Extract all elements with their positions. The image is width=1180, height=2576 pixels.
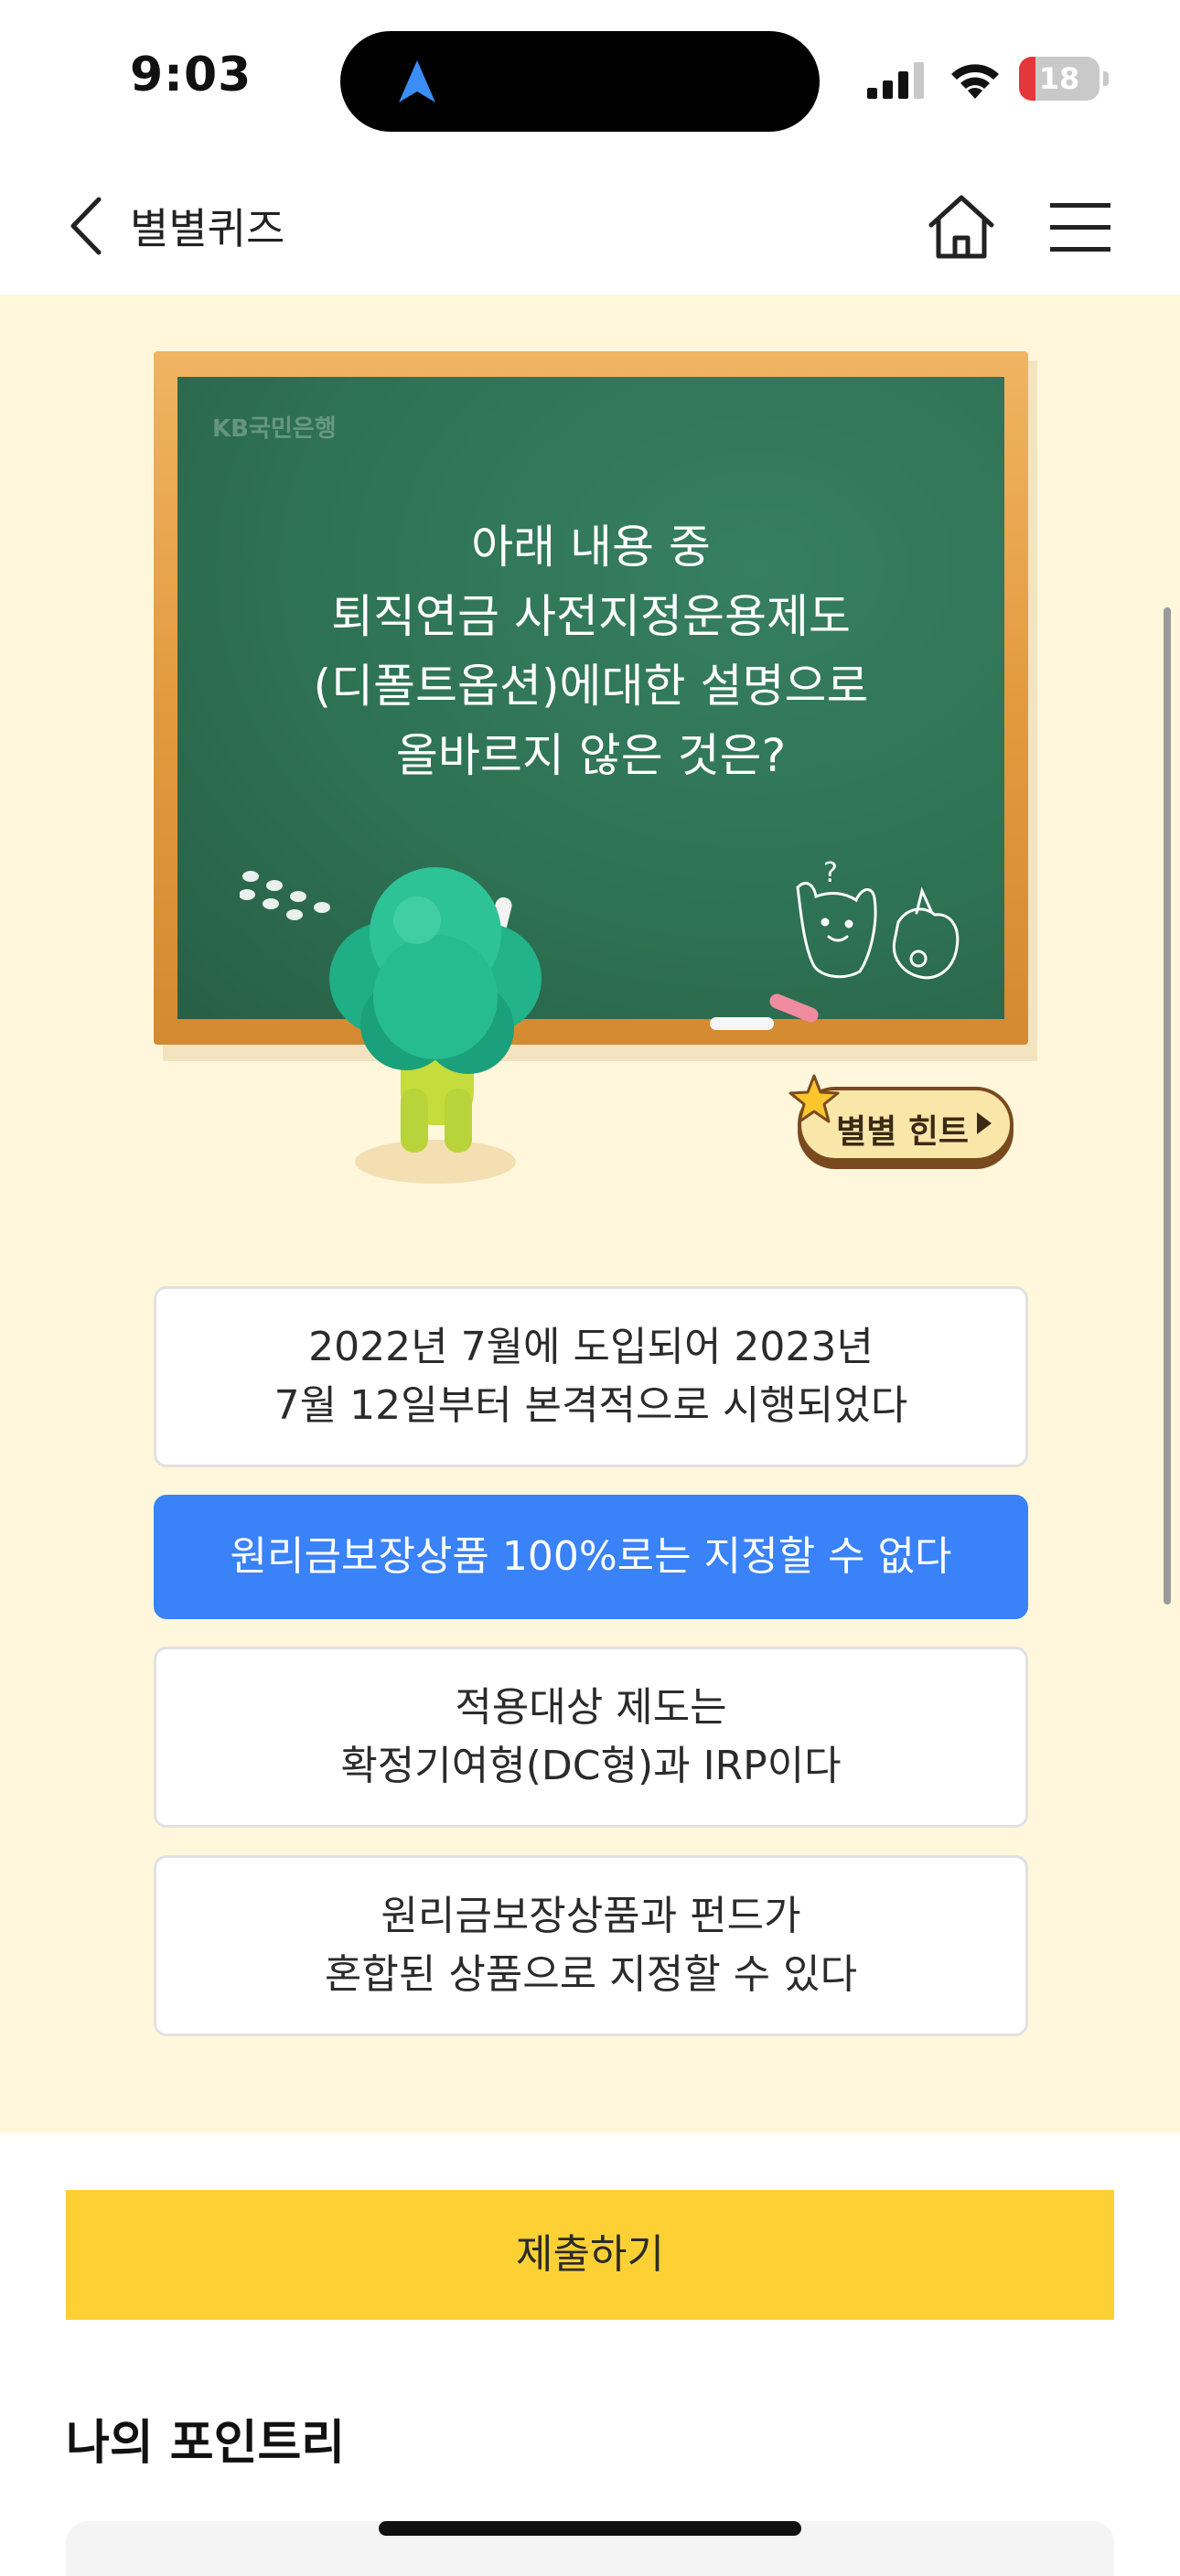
scrollbar[interactable] <box>1164 607 1171 1605</box>
page-title: 별별퀴즈 <box>130 204 285 253</box>
answer-option-2-selected[interactable]: 원리금보장상품 100%로는 지정할 수 없다 <box>154 1495 1028 1619</box>
option-line: 혼합된 상품으로 지정할 수 있다 <box>324 1951 858 1998</box>
question-line: 아래 내용 중 <box>471 521 711 574</box>
menu-icon[interactable] <box>1048 199 1112 254</box>
option-line: 7월 12일부터 본격적으로 시행되었다 <box>274 1382 908 1429</box>
answer-option-1[interactable]: 2022년 7월에 도입되어 2023년 7월 12일부터 본격적으로 시행되었… <box>154 1286 1028 1467</box>
back-chevron-icon[interactable] <box>64 194 108 258</box>
wifi-icon <box>951 64 999 99</box>
option-line: 원리금보장상품과 펀드가 <box>381 1893 801 1939</box>
status-time: 9:03 <box>130 48 252 102</box>
question-line: 올바르지 않은 것은? <box>395 729 787 782</box>
submit-button[interactable]: 제출하기 <box>66 2190 1114 2320</box>
option-line: 적용대상 제도는 <box>455 1684 727 1731</box>
play-triangle-icon <box>977 1112 992 1134</box>
hint-button[interactable]: 별별 힌트 <box>788 1074 1023 1167</box>
option-line: 확정기여형(DC형)과 IRP이다 <box>340 1743 842 1789</box>
broccoli-mascot-illustration <box>329 867 542 1184</box>
answer-option-4[interactable]: 원리금보장상품과 펀드가 혼합된 상품으로 지정할 수 있다 <box>154 1855 1028 2036</box>
battery-icon: 18 <box>1019 57 1110 101</box>
location-arrow-icon <box>399 60 435 102</box>
answer-option-3[interactable]: 적용대상 제도는 확정기여형(DC형)과 IRP이다 <box>154 1647 1028 1828</box>
question-text: 아래 내용 중 퇴직연금 사전지정운용제도 (디폴트옵션)에대한 설명으로 올바… <box>177 512 1004 790</box>
home-icon[interactable] <box>926 192 997 262</box>
doodle-characters-illustration: ? <box>796 858 960 980</box>
star-icon <box>788 1074 840 1123</box>
dynamic-island <box>340 31 820 132</box>
question-line: 퇴직연금 사전지정운용제도 <box>331 590 851 643</box>
option-line: 원리금보장상품 100%로는 지정할 수 없다 <box>230 1533 952 1580</box>
points-section-title: 나의 포인트리 <box>66 2416 346 2471</box>
question-line: (디폴트옵션)에대한 설명으로 <box>313 660 869 713</box>
cellular-signal-icon <box>867 62 924 99</box>
home-indicator[interactable] <box>379 2521 801 2536</box>
hint-label: 별별 힌트 <box>836 1113 970 1151</box>
svg-text:?: ? <box>823 858 838 889</box>
brand-logo: KB국민은행 <box>212 415 337 443</box>
option-line: 2022년 7월에 도입되어 2023년 <box>308 1324 874 1370</box>
battery-level: 18 <box>1038 61 1080 96</box>
